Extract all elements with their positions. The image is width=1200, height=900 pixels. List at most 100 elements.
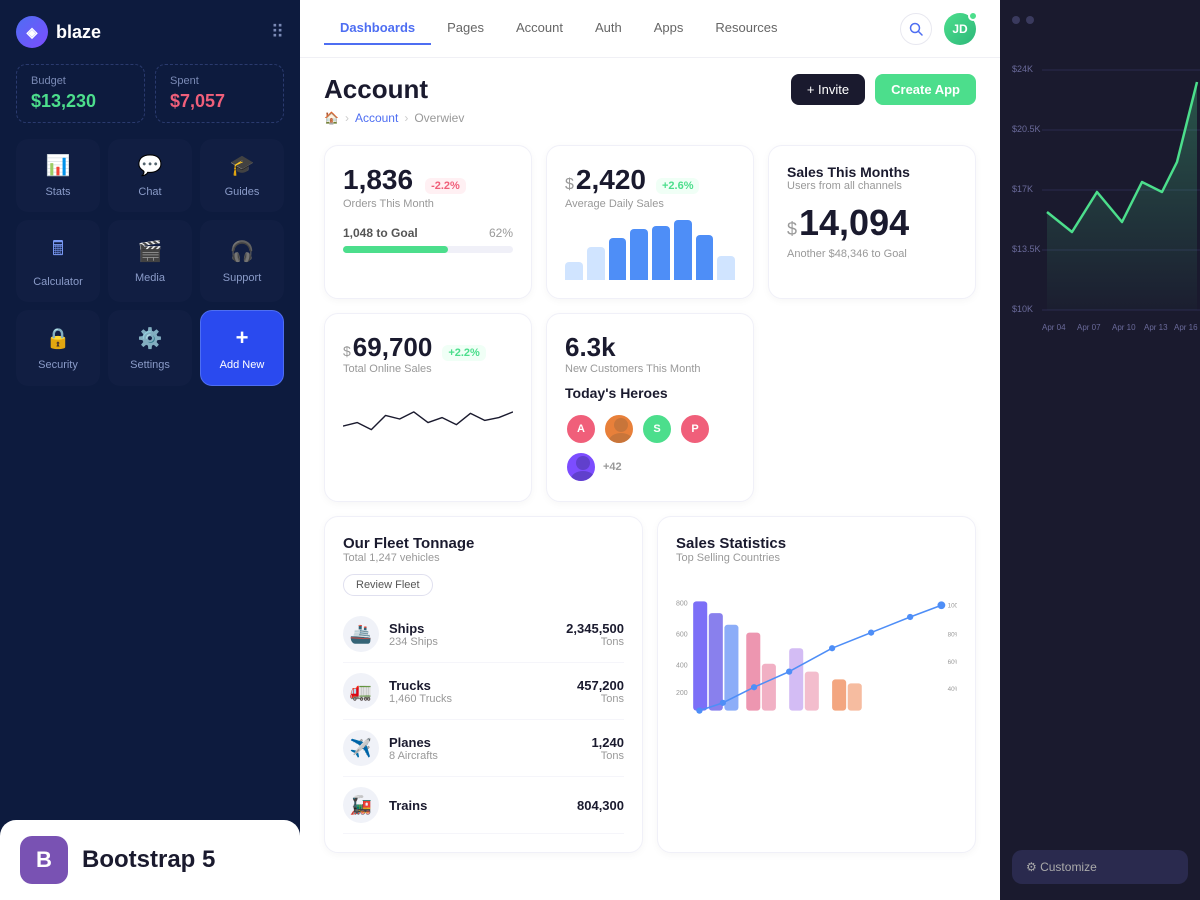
calculator-label: Calculator	[33, 276, 83, 288]
spacer-card	[768, 313, 976, 502]
review-fleet-button[interactable]: Review Fleet	[343, 574, 433, 596]
orders-value: 1,836	[343, 164, 413, 196]
spent-card: Spent $7,057	[155, 64, 284, 123]
breadcrumb-account[interactable]: Account	[355, 111, 398, 125]
title-breadcrumb: Account 🏠 › Account › Overwiev	[324, 74, 464, 125]
svg-text:$17K: $17K	[1012, 184, 1033, 194]
online-sales-card: $ 69,700 +2.2% Total Online Sales	[324, 313, 532, 502]
trucks-value: 457,200	[577, 678, 624, 693]
sidebar-item-settings[interactable]: ⚙️ Settings	[108, 310, 192, 386]
daily-sales-chart	[565, 220, 735, 280]
nav-right: JD	[900, 13, 976, 45]
orders-goal-pct: 62%	[489, 226, 513, 240]
daily-sales-prefix: $	[565, 176, 574, 194]
invite-button[interactable]: + Invite	[791, 74, 865, 105]
hero-avatar-2	[603, 413, 635, 445]
sales-month-title: Sales This Months	[787, 164, 957, 180]
right-panel: $24K $20.5K $17K $13.5K $10K Apr 04	[1000, 0, 1200, 900]
customize-button[interactable]: ⚙ Customize	[1012, 850, 1188, 884]
online-sales-label: Total Online Sales	[343, 363, 513, 375]
fleet-row-trains: 🚂 Trains 804,300	[343, 777, 624, 834]
tab-apps[interactable]: Apps	[638, 12, 700, 45]
create-app-button[interactable]: Create App	[875, 74, 976, 105]
daily-sales-card: $ 2,420 +2.6% Average Daily Sales	[546, 145, 754, 299]
stats-icon: 📊	[46, 153, 71, 178]
svg-text:200: 200	[676, 690, 688, 697]
sidebar-item-add-new[interactable]: + Add New	[200, 310, 284, 386]
guides-icon: 🎓	[230, 153, 255, 178]
sales-month-card: Sales This Months Users from all channel…	[768, 145, 976, 299]
svg-text:100%: 100%	[948, 603, 957, 610]
orders-progress-row: 1,048 to Goal 62%	[343, 226, 513, 240]
fleet-subtitle: Total 1,247 vehicles	[343, 552, 624, 564]
sidebar-item-calculator[interactable]: 🖩 Calculator	[16, 220, 100, 302]
heroes-row: A S P +42	[565, 413, 735, 483]
media-label: Media	[135, 272, 165, 284]
svg-text:$20.5K: $20.5K	[1012, 124, 1041, 134]
hero-avatar-1: A	[565, 413, 597, 445]
sales-stats-chart: 800 600 400 200	[676, 576, 957, 736]
heroes-count: +42	[603, 461, 622, 473]
stats-cards-row: 1,836 -2.2% Orders This Month 1,048 to G…	[324, 145, 976, 299]
breadcrumb-overview: Overwiev	[414, 111, 464, 125]
sidebar-item-support[interactable]: 🎧 Support	[200, 220, 284, 302]
trucks-name: Trucks	[389, 678, 452, 693]
search-button[interactable]	[900, 13, 932, 45]
add-new-icon: +	[236, 325, 249, 351]
sales-month-prefix: $	[787, 219, 797, 240]
tab-account[interactable]: Account	[500, 12, 579, 45]
new-customers-card: 6.3k New Customers This Month Today's He…	[546, 313, 754, 502]
sidebar-toggle-icon[interactable]: ⠿	[271, 22, 284, 43]
hero-avatar-5	[565, 451, 597, 483]
page-header: Account 🏠 › Account › Overwiev + Invite …	[300, 58, 1000, 133]
spent-value: $7,057	[170, 91, 269, 112]
user-avatar[interactable]: JD	[944, 13, 976, 45]
sales-stats-subtitle: Top Selling Countries	[676, 552, 957, 564]
svg-text:800: 800	[676, 600, 688, 607]
daily-sales-value: 2,420	[576, 164, 646, 196]
daily-sales-label: Average Daily Sales	[565, 198, 735, 210]
panel-sales-chart: $24K $20.5K $17K $13.5K $10K Apr 04	[1012, 32, 1200, 352]
ships-unit: Tons	[566, 636, 624, 648]
budget-value: $13,230	[31, 91, 130, 112]
page-title: Account	[324, 74, 464, 105]
trucks-unit: Tons	[577, 693, 624, 705]
bottom-cards-row: Our Fleet Tonnage Total 1,247 vehicles R…	[324, 516, 976, 853]
support-label: Support	[223, 272, 262, 284]
sales-month-goal: Another $48,346 to Goal	[787, 248, 957, 260]
dot-1	[1012, 16, 1020, 24]
dashboard-content: 1,836 -2.2% Orders This Month 1,048 to G…	[300, 133, 1000, 900]
bootstrap-icon: B	[20, 836, 68, 884]
logo-area: ◈ blaze	[16, 16, 101, 48]
orders-label: Orders This Month	[343, 198, 513, 210]
online-sales-chart	[343, 389, 513, 449]
sidebar-item-media[interactable]: 🎬 Media	[108, 220, 192, 302]
sidebar-item-guides[interactable]: 🎓 Guides	[200, 139, 284, 212]
fleet-row-ships: 🚢 Ships 234 Ships 2,345,500 Tons	[343, 606, 624, 663]
header-row: Account 🏠 › Account › Overwiev + Invite …	[324, 74, 976, 125]
media-icon: 🎬	[138, 239, 163, 264]
tab-resources[interactable]: Resources	[699, 12, 793, 45]
budget-label: Budget	[31, 75, 130, 87]
sidebar-item-stats[interactable]: 📊 Stats	[16, 139, 100, 212]
sidebar-header: ◈ blaze ⠿	[16, 16, 284, 48]
sales-month-subtitle: Users from all channels	[787, 180, 957, 192]
svg-text:600: 600	[676, 631, 688, 638]
new-customers-value: 6.3k	[565, 332, 735, 363]
add-new-label: Add New	[220, 359, 265, 371]
chat-label: Chat	[138, 186, 161, 198]
sales-stats-title: Sales Statistics	[676, 535, 957, 552]
sidebar-item-security[interactable]: 🔒 Security	[16, 310, 100, 386]
search-icon	[909, 22, 923, 36]
bootstrap-badge: B Bootstrap 5	[0, 820, 300, 900]
tab-dashboards[interactable]: Dashboards	[324, 12, 431, 45]
tab-auth[interactable]: Auth	[579, 12, 638, 45]
settings-icon: ⚙️	[138, 326, 163, 351]
sidebar-item-chat[interactable]: 💬 Chat	[108, 139, 192, 212]
chat-icon: 💬	[138, 153, 163, 178]
orders-card: 1,836 -2.2% Orders This Month 1,048 to G…	[324, 145, 532, 299]
svg-text:Apr 16: Apr 16	[1174, 323, 1198, 332]
tab-pages[interactable]: Pages	[431, 12, 500, 45]
planes-icon: ✈️	[343, 730, 379, 766]
ships-name: Ships	[389, 621, 438, 636]
